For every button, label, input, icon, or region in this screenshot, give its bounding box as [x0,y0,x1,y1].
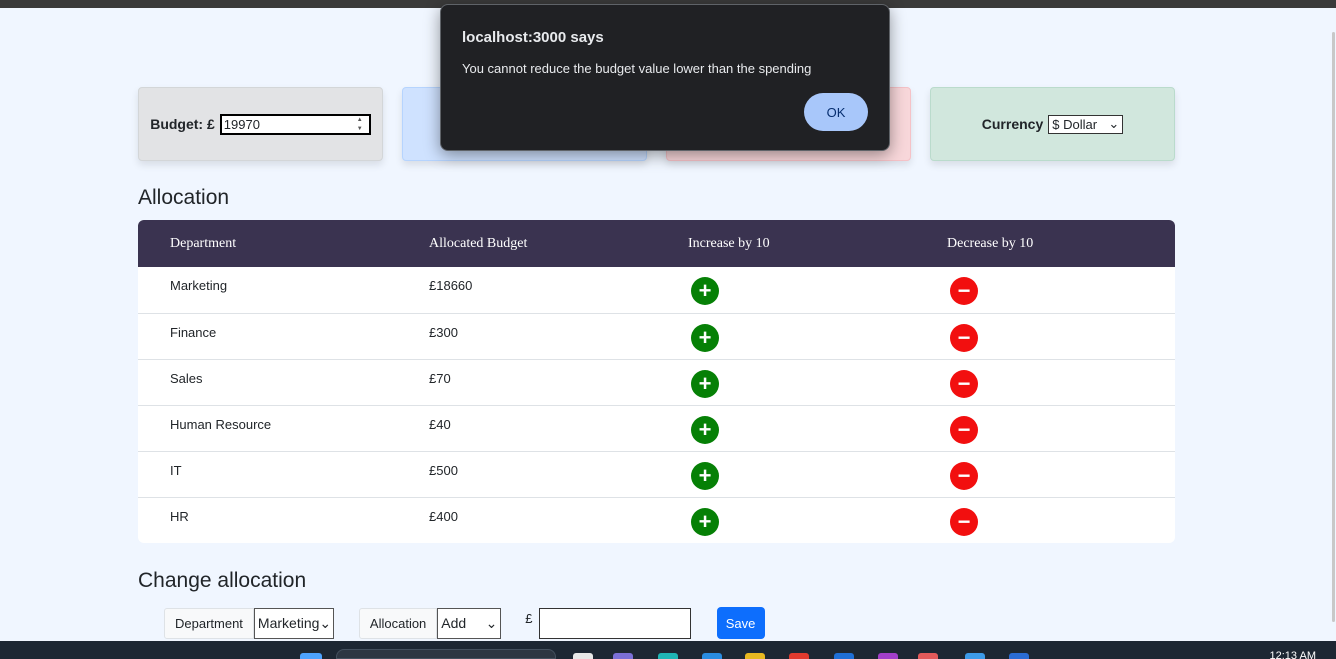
increase-plus-icon[interactable]: + [691,416,719,444]
change-allocation-title: Change allocation [138,569,307,592]
taskbar-app-icon[interactable] [834,653,854,659]
header-decrease: Decrease by 10 [947,235,1034,251]
budget-spinner[interactable]: ▲ ▼ [357,117,367,133]
scrollbar[interactable] [1331,8,1336,641]
table-body: Marketing £18660 + − Finance £300 + − Sa… [138,267,1175,543]
department-field-label: Department [164,607,254,639]
spin-up-icon[interactable]: ▲ [357,117,367,124]
alert-dialog: localhost:3000 says You cannot reduce th… [440,4,890,151]
row-department: Human Resource [170,417,272,432]
currency-select[interactable]: $ Dollar ⌄ [1048,114,1124,134]
row-department: HR [170,509,189,524]
header-increase: Increase by 10 [688,235,770,251]
budget-value: 19970 [223,116,260,132]
decrease-minus-icon[interactable]: − [950,462,978,490]
increase-plus-icon[interactable]: + [691,508,719,536]
taskbar-clock: 12:13 AM [1269,650,1316,659]
allocation-field-label: Allocation [358,607,438,639]
row-budget: £400 [429,509,458,524]
currency-card: Currency $ Dollar ⌄ [930,87,1175,161]
taskbar-app-icon[interactable] [878,653,898,659]
allocation-select[interactable]: Add ⌄ [437,607,502,639]
decrease-minus-icon[interactable]: − [950,277,978,305]
decrease-minus-icon[interactable]: − [950,370,978,398]
chevron-down-icon: ⌄ [319,614,332,631]
currency-symbol: £ [525,611,533,626]
table-row: Sales £70 + − [138,359,1175,405]
department-select[interactable]: Marketing ⌄ [253,607,334,639]
decrease-minus-icon[interactable]: − [950,324,978,352]
table-row: Finance £300 + − [138,313,1175,359]
taskbar-app-icon[interactable] [573,653,593,659]
taskbar-app-icon[interactable] [702,653,722,659]
chevron-down-icon: ⌄ [1108,116,1120,131]
row-budget: £70 [429,371,451,386]
row-department: Marketing [170,278,228,293]
allocation-title: Allocation [138,186,230,209]
change-allocation-form: Department Marketing ⌄ Allocation Add ⌄ … [164,607,765,639]
table-row: Human Resource £40 + − [138,405,1175,451]
increase-plus-icon[interactable]: + [691,370,719,398]
taskbar-app-icon[interactable] [965,653,985,659]
decrease-minus-icon[interactable]: − [950,508,978,536]
budget-label: Budget: £ [150,116,215,132]
row-department: Sales [170,371,203,386]
taskbar-app-icon[interactable] [918,653,938,659]
header-allocated-budget: Allocated Budget [429,235,528,251]
amount-input[interactable] [538,607,691,639]
dialog-message: You cannot reduce the budget value lower… [462,61,812,76]
currency-label: Currency [981,116,1044,132]
budget-input[interactable]: 19970 ▲ ▼ [219,113,371,135]
row-budget: £500 [429,463,458,478]
table-header: Department Allocated Budget Increase by … [138,220,1175,267]
header-department: Department [170,235,237,251]
table-row: HR £400 + − [138,497,1175,543]
taskbar-app-icon[interactable] [658,653,678,659]
increase-plus-icon[interactable]: + [691,324,719,352]
table-row: IT £500 + − [138,451,1175,497]
save-button[interactable]: Save [716,607,765,639]
dialog-title: localhost:3000 says [462,29,604,46]
row-budget: £18660 [429,278,473,293]
chevron-down-icon: ⌄ [485,614,498,631]
folder-icon[interactable] [745,653,765,659]
row-budget: £300 [429,325,458,340]
allocation-table: Department Allocated Budget Increase by … [138,220,1175,543]
increase-plus-icon[interactable]: + [691,277,719,305]
table-row: Marketing £18660 + − [138,267,1175,313]
allocation-selected: Add [441,615,467,631]
row-budget: £40 [429,417,451,432]
decrease-minus-icon[interactable]: − [950,416,978,444]
increase-plus-icon[interactable]: + [691,462,719,490]
spin-down-icon[interactable]: ▼ [357,126,367,133]
taskbar-app-icon[interactable] [1009,653,1029,659]
scrollbar-thumb[interactable] [1332,32,1335,622]
taskbar-app-icon[interactable] [613,653,633,659]
currency-selected: $ Dollar [1052,116,1098,132]
row-department: Finance [170,325,217,340]
budget-card: Budget: £ 19970 ▲ ▼ [138,87,383,161]
department-selected: Marketing [257,615,320,631]
taskbar-app-icon[interactable] [789,653,809,659]
windows-start-icon[interactable] [300,653,322,659]
ok-button[interactable]: OK [804,93,868,131]
taskbar-search-box[interactable] [336,649,556,659]
row-department: IT [170,463,182,478]
